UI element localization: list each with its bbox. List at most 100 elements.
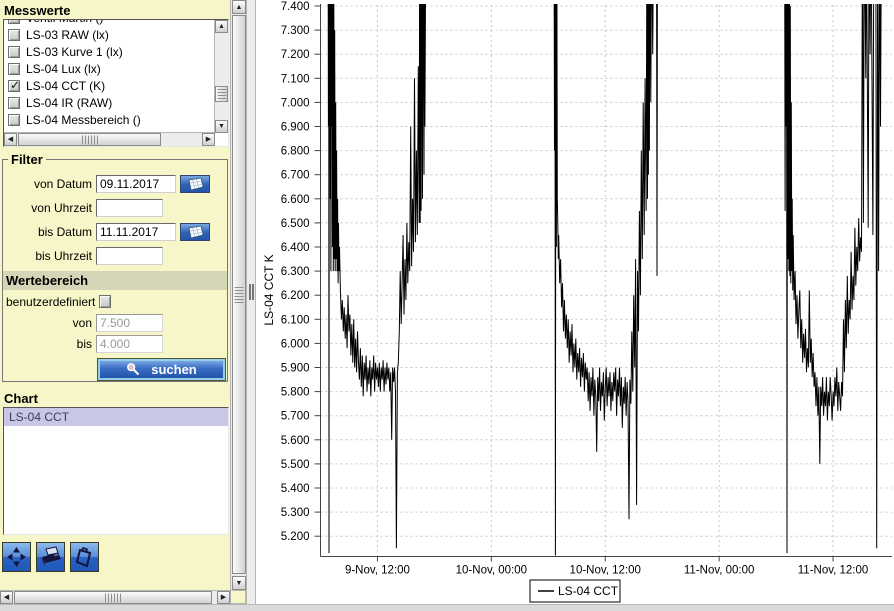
calendar-icon xyxy=(185,225,205,239)
sidebar: Messwerte Ventil Martin () LS-03 RAW (lx)… xyxy=(0,0,230,590)
svg-text:11-Nov, 00:00: 11-Nov, 00:00 xyxy=(684,565,755,577)
chart-listbox[interactable]: LS-04 CCT xyxy=(3,407,229,535)
scroll-right-icon[interactable]: ▶ xyxy=(217,591,230,604)
magnifier-icon xyxy=(126,362,141,377)
chart-section-title: Chart xyxy=(0,388,230,406)
svg-text:7.300: 7.300 xyxy=(281,25,310,37)
svg-text:6.800: 6.800 xyxy=(281,146,310,158)
measure-list-item[interactable]: LS-04 CCT (K) xyxy=(5,77,214,94)
pan-icon xyxy=(5,545,28,569)
svg-text:6.900: 6.900 xyxy=(281,122,310,134)
measure-item-label: LS-04 CCT (K) xyxy=(26,79,105,93)
panel-splitter[interactable] xyxy=(246,0,256,604)
unchecked-checkbox-icon[interactable] xyxy=(8,46,20,58)
wertebereich-bis-label: bis xyxy=(3,337,96,351)
svg-text:5.600: 5.600 xyxy=(281,435,310,447)
scrollbar-corner xyxy=(230,590,246,604)
calendar-button[interactable] xyxy=(180,223,210,241)
svg-text:7.200: 7.200 xyxy=(281,49,310,61)
print-icon xyxy=(39,545,63,569)
measure-item-label: LS-03 Kurve 1 (lx) xyxy=(26,45,123,59)
filter-fieldset: Filter von Datumvon Uhrzeitbis Datumbis … xyxy=(2,152,228,382)
measure-list-item[interactable]: LS-03 RAW (lx) xyxy=(5,26,214,43)
von-datum-input[interactable] xyxy=(96,175,176,193)
svg-text:6.700: 6.700 xyxy=(281,170,310,182)
filter-row-label: bis Uhrzeit xyxy=(3,249,96,263)
wertebereich-bis-input[interactable] xyxy=(96,335,163,353)
svg-text:5.700: 5.700 xyxy=(281,411,310,423)
svg-text:5.500: 5.500 xyxy=(281,459,310,471)
scroll-up-icon[interactable]: ▲ xyxy=(232,0,246,14)
measure-list-item[interactable]: LS-04 Messbereich () xyxy=(5,111,214,128)
unchecked-checkbox-icon[interactable] xyxy=(8,97,20,109)
messwerte-hscroll-thumb[interactable] xyxy=(18,133,161,146)
pan-button[interactable] xyxy=(2,542,31,572)
unchecked-checkbox-icon[interactable] xyxy=(8,114,20,126)
measure-item-label: LS-04 Messbereich () xyxy=(26,113,141,127)
messwerte-title: Messwerte xyxy=(0,0,230,18)
measure-list-item[interactable]: LS-03 Kurve 1 (lx) xyxy=(5,43,214,60)
checked-checkbox-icon[interactable] xyxy=(8,80,20,92)
y-axis-title: LS-04 CCT K xyxy=(262,254,276,325)
calendar-icon xyxy=(185,177,205,191)
filter-row-label: von Datum xyxy=(3,177,96,191)
scroll-left-icon[interactable]: ◀ xyxy=(4,133,17,146)
measure-item-label: LS-04 Lux (lx) xyxy=(26,62,101,76)
svg-text:6.300: 6.300 xyxy=(281,266,310,278)
print-button[interactable] xyxy=(36,542,65,572)
calendar-button[interactable] xyxy=(180,175,210,193)
messwerte-list[interactable]: Ventil Martin () LS-03 RAW (lx) LS-03 Kurv… xyxy=(5,20,214,133)
sidebar-hscroll-thumb[interactable] xyxy=(14,591,212,604)
svg-text:6.000: 6.000 xyxy=(281,338,310,350)
svg-text:LS-04 CCT: LS-04 CCT xyxy=(558,584,619,598)
svg-text:6.200: 6.200 xyxy=(281,290,310,302)
measure-item-label: Ventil Martin () xyxy=(26,20,103,25)
bis-datum-input[interactable] xyxy=(96,223,176,241)
scroll-down-icon[interactable]: ▼ xyxy=(232,576,246,590)
chart-list-item[interactable]: LS-04 CCT xyxy=(4,408,228,426)
messwerte-hscrollbar[interactable]: ◀ ▶ xyxy=(4,132,215,146)
wertebereich-header: Wertebereich xyxy=(3,271,227,290)
bis-uhrzeit-input[interactable] xyxy=(96,247,163,265)
scroll-up-icon[interactable]: ▲ xyxy=(215,20,228,33)
scroll-right-icon[interactable]: ▶ xyxy=(202,133,215,146)
svg-text:11-Nov, 12:00: 11-Nov, 12:00 xyxy=(798,565,869,577)
unchecked-checkbox-icon[interactable] xyxy=(8,63,20,75)
data-series-line xyxy=(328,0,881,556)
chart-panel: 5.2005.3005.4005.5005.6005.7005.8005.900… xyxy=(256,0,894,604)
window-bottom-edge xyxy=(0,604,894,611)
messwerte-listbox[interactable]: Ventil Martin () LS-03 RAW (lx) LS-03 Kurv… xyxy=(3,19,229,147)
von-uhrzeit-input[interactable] xyxy=(96,199,163,217)
sidebar-hscrollbar[interactable]: ◀ ▶ xyxy=(0,590,230,604)
scroll-left-icon[interactable]: ◀ xyxy=(0,591,13,604)
filter-row-label: bis Datum xyxy=(3,225,96,239)
benutzerdefiniert-checkbox[interactable] xyxy=(99,295,111,308)
benutzerdefiniert-label: benutzerdefiniert xyxy=(6,295,95,309)
measure-list-item[interactable]: LS-04 Lux (lx) xyxy=(5,60,214,77)
svg-text:7.400: 7.400 xyxy=(281,1,310,13)
measure-item-label: LS-03 RAW (lx) xyxy=(26,28,109,42)
suchen-button[interactable]: suchen xyxy=(97,358,226,381)
chart-legend: LS-04 CCT xyxy=(530,580,620,602)
splitter-grip-icon[interactable] xyxy=(249,284,254,300)
svg-text:6.100: 6.100 xyxy=(281,314,310,326)
timeseries-chart[interactable]: 5.2005.3005.4005.5005.6005.7005.8005.900… xyxy=(256,0,894,604)
unchecked-checkbox-icon[interactable] xyxy=(8,20,20,24)
svg-text:6.500: 6.500 xyxy=(281,218,310,230)
clipboard-icon xyxy=(73,545,97,569)
messwerte-vscroll-thumb[interactable] xyxy=(215,86,228,102)
wertebereich-von-label: von xyxy=(3,316,96,330)
clipboard-button[interactable] xyxy=(70,542,99,572)
app-window: Messwerte Ventil Martin () LS-03 RAW (lx)… xyxy=(0,0,894,611)
svg-text:7.100: 7.100 xyxy=(281,73,310,85)
sidebar-vscrollbar[interactable]: ▲ ▼ xyxy=(230,0,246,590)
measure-list-item[interactable]: LS-04 IR (RAW) xyxy=(5,94,214,111)
scroll-down-icon[interactable]: ▼ xyxy=(215,120,228,133)
messwerte-vscrollbar[interactable]: ▲ ▼ xyxy=(214,20,228,133)
svg-text:10-Nov, 12:00: 10-Nov, 12:00 xyxy=(570,565,641,577)
wertebereich-von-input[interactable] xyxy=(96,314,163,332)
suchen-label: suchen xyxy=(151,362,197,377)
sidebar-vscroll-thumb[interactable] xyxy=(232,15,246,574)
svg-text:5.900: 5.900 xyxy=(281,363,310,375)
unchecked-checkbox-icon[interactable] xyxy=(8,29,20,41)
